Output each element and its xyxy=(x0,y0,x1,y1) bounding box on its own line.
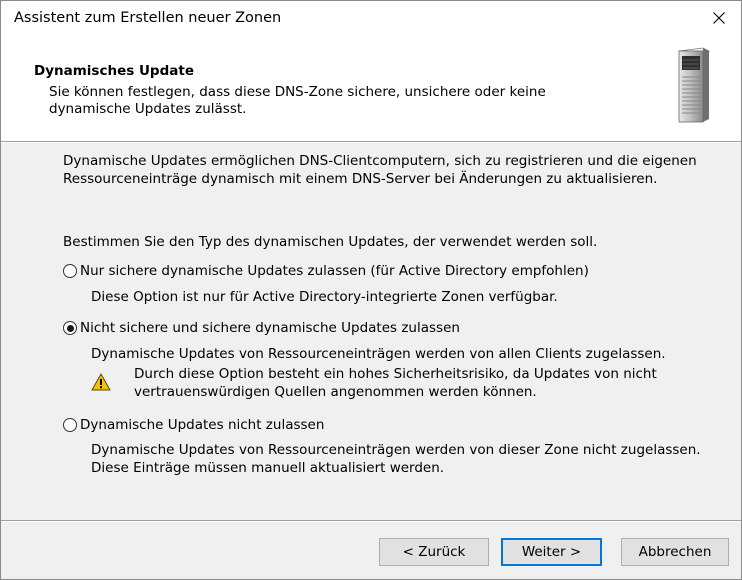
wizard-window: Assistent zum Erstellen neuer Zonen Dyna… xyxy=(0,0,742,580)
option-description-no-updates: Dynamische Updates von Ressourceneinträg… xyxy=(91,442,701,476)
warning-text: Durch diese Option besteht ein hohes Sic… xyxy=(134,366,657,400)
radio-no-updates[interactable]: Dynamische Updates nicht zulassen xyxy=(63,417,324,433)
radio-label-no-updates: Dynamische Updates nicht zulassen xyxy=(80,417,325,433)
title-bar[interactable]: Assistent zum Erstellen neuer Zonen xyxy=(1,1,741,35)
radio-button-secure-only[interactable] xyxy=(63,264,77,278)
radio-secure-only[interactable]: Nur sichere dynamische Updates zulassen … xyxy=(63,263,589,279)
close-button[interactable] xyxy=(697,1,741,35)
radio-label-secure-only: Nur sichere dynamische Updates zulassen … xyxy=(80,263,589,279)
question-text: Bestimmen Sie den Typ des dynamischen Up… xyxy=(63,234,598,250)
warning-icon xyxy=(91,373,111,391)
option-description-secure-only: Diese Option ist nur für Active Director… xyxy=(91,289,558,305)
next-button[interactable]: Weiter > xyxy=(501,538,602,566)
option-description-nonsecure-and-secure: Dynamische Updates von Ressourceneinträg… xyxy=(91,346,666,362)
close-icon xyxy=(713,12,725,24)
window-title: Assistent zum Erstellen neuer Zonen xyxy=(14,10,282,26)
wizard-content: Dynamische Updates ermöglichen DNS-Clien… xyxy=(1,143,741,521)
back-button[interactable]: < Zurück xyxy=(379,538,489,566)
radio-nonsecure-and-secure[interactable]: Nicht sichere und sichere dynamische Upd… xyxy=(63,320,460,336)
page-description: Sie können festlegen, dass diese DNS-Zon… xyxy=(49,84,546,117)
radio-button-nonsecure-and-secure[interactable] xyxy=(63,321,77,335)
cancel-button[interactable]: Abbrechen xyxy=(621,538,729,566)
page-title: Dynamisches Update xyxy=(34,63,194,79)
intro-text: Dynamische Updates ermöglichen DNS-Clien… xyxy=(63,153,697,187)
server-icon xyxy=(677,47,711,123)
radio-button-no-updates[interactable] xyxy=(63,418,77,432)
radio-label-nonsecure-and-secure: Nicht sichere und sichere dynamische Upd… xyxy=(80,320,460,336)
wizard-header: Dynamisches Update Sie können festlegen,… xyxy=(1,35,741,141)
footer-separator-highlight xyxy=(1,521,741,522)
